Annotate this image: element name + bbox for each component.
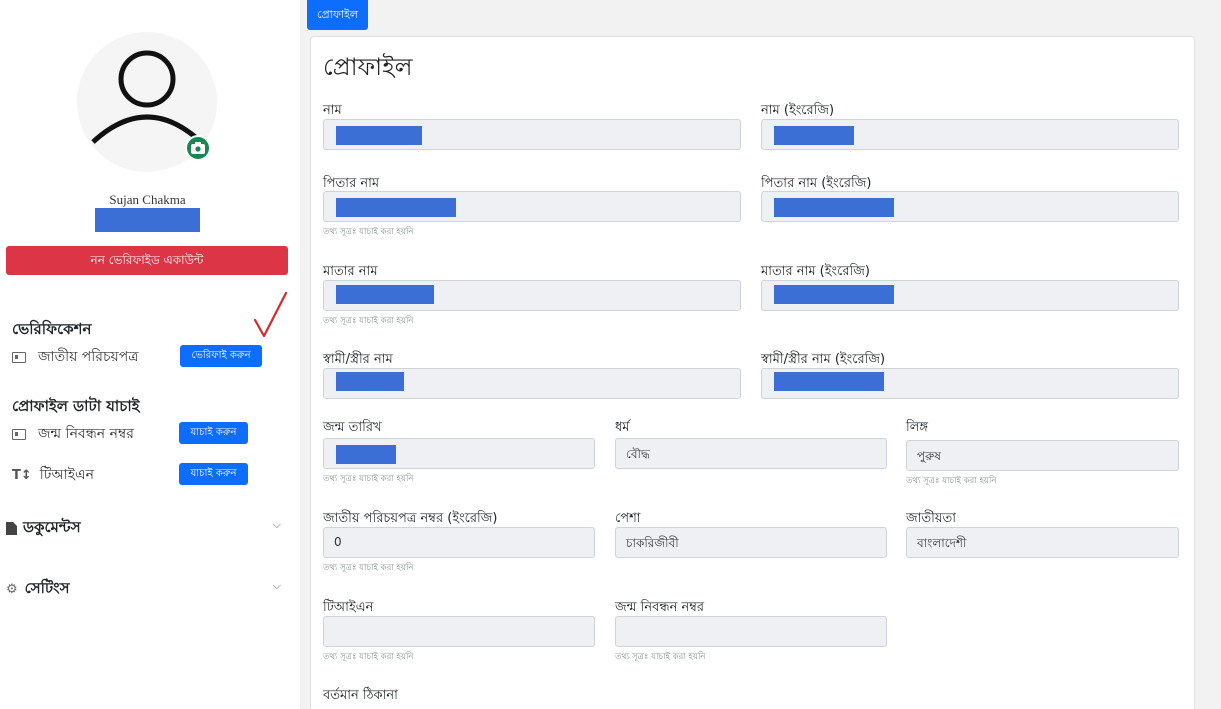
dob-field[interactable] — [323, 438, 595, 469]
sidebar-item-documents[interactable]: ডকুমেন্টস ⌵ — [6, 516, 281, 541]
id-card-icon — [12, 351, 26, 363]
name-field[interactable] — [323, 119, 741, 150]
verify-nid-button[interactable]: ভেরিফাই করুন — [180, 345, 262, 367]
sidebar-item-nid: জাতীয় পরিচয়পত্র — [12, 345, 139, 369]
present-address-label: বর্তমান ঠিকানা — [323, 688, 398, 703]
check-birth-reg-button[interactable]: যাচাই করুন — [179, 422, 248, 444]
user-name: Sujan Chakma — [109, 192, 186, 207]
redacted-block — [336, 285, 434, 304]
verification-title: ভেরিফিকেশন — [12, 320, 92, 338]
settings-label: সেটিংস — [24, 579, 70, 597]
source-hint: তথ্য সূত্রঃ যাচাই করা হয়নি — [323, 227, 414, 237]
tin-label: টিআইএন — [39, 467, 95, 483]
chevron-down-icon: ⌵ — [272, 579, 281, 592]
father-en-field[interactable] — [761, 191, 1179, 222]
check-tin-button[interactable]: যাচাই করুন — [179, 463, 248, 485]
religion-field[interactable]: বৌদ্ধ — [615, 438, 887, 469]
mother-en-field[interactable] — [761, 280, 1179, 311]
redacted-block — [336, 372, 404, 391]
annotation-checkmark — [253, 291, 288, 338]
gender-field[interactable]: পুরুষ — [906, 440, 1179, 471]
occupation-field[interactable]: চাকরিজীবী — [615, 527, 887, 558]
source-hint: তথ্য সূত্রঃ যাচাই করা হয়নি — [323, 652, 414, 662]
main-content: প্রোফাইল প্রোফাইল নাম নাম (ইংরেজি) পিতার… — [300, 0, 1221, 709]
camera-upload-button[interactable] — [185, 135, 211, 161]
redacted-block — [336, 198, 456, 217]
birth-reg-label: জন্ম নিবন্ধন নম্বর — [38, 426, 134, 442]
sidebar-item-tin: T↕ টিআইএন — [12, 463, 94, 487]
profile-check-title: প্রোফাইল ডাটা যাচাই — [12, 397, 140, 415]
camera-icon — [191, 142, 205, 154]
sidebar: Sujan Chakma নন ভেরিফাইড একাউন্ট ভেরিফিক… — [0, 0, 300, 709]
nationality-field[interactable]: বাংলাদেশী — [906, 527, 1179, 558]
redacted-block — [774, 285, 894, 304]
spouse-en-field[interactable] — [761, 368, 1179, 399]
text-height-icon: T↕ — [12, 467, 32, 483]
unverified-account-badge[interactable]: নন ভেরিফাইড একাউন্ট — [6, 246, 288, 275]
religion-label: ধর্ম — [615, 420, 630, 435]
mother-field[interactable] — [323, 280, 741, 311]
spouse-field[interactable] — [323, 368, 741, 399]
source-hint: তথ্য সূত্রঃ যাচাই করা হয়নি — [323, 563, 414, 573]
source-hint: তথ্য সূত্রঃ যাচাই করা হয়নি — [615, 652, 706, 662]
nid-label: জাতীয় পরিচয়পত্র — [38, 349, 139, 365]
nid-en-field[interactable]: 0 — [323, 527, 595, 558]
redacted-block — [95, 208, 200, 232]
id-card-icon — [12, 428, 26, 440]
documents-label: ডকুমেন্টস — [23, 518, 81, 536]
source-hint: তথ্য সূত্রঃ যাচাই করা হয়নি — [323, 316, 414, 326]
file-icon — [6, 522, 17, 535]
source-hint: তথ্য সূত্রঃ যাচাই করা হয়নি — [323, 474, 414, 484]
chevron-down-icon: ⌵ — [272, 518, 281, 531]
gender-label: লিঙ্গ — [906, 420, 929, 435]
name-en-field[interactable] — [761, 119, 1179, 150]
dob-label: জন্ম তারিখ — [323, 420, 382, 435]
redacted-block — [336, 445, 396, 464]
sidebar-item-settings[interactable]: ⚙ সেটিংস ⌵ — [6, 577, 281, 602]
page-title: প্রোফাইল — [323, 53, 413, 81]
profile-card: প্রোফাইল নাম নাম (ইংরেজি) পিতার নাম তথ্য… — [310, 36, 1195, 709]
tab-profile[interactable]: প্রোফাইল — [307, 0, 369, 30]
avatar[interactable] — [77, 32, 217, 172]
source-hint: তথ্য সূত্রঃ যাচাই করা হয়নি — [906, 476, 997, 486]
redacted-block — [336, 126, 422, 145]
redacted-block — [774, 198, 894, 217]
gear-icon: ⚙ — [6, 582, 18, 597]
redacted-block — [774, 372, 884, 391]
redacted-block — [774, 126, 854, 145]
father-field[interactable] — [323, 191, 741, 222]
sidebar-item-birth-reg: জন্ম নিবন্ধন নম্বর — [12, 422, 134, 446]
tin-field[interactable] — [323, 616, 595, 647]
birth-reg-field[interactable] — [615, 616, 887, 647]
